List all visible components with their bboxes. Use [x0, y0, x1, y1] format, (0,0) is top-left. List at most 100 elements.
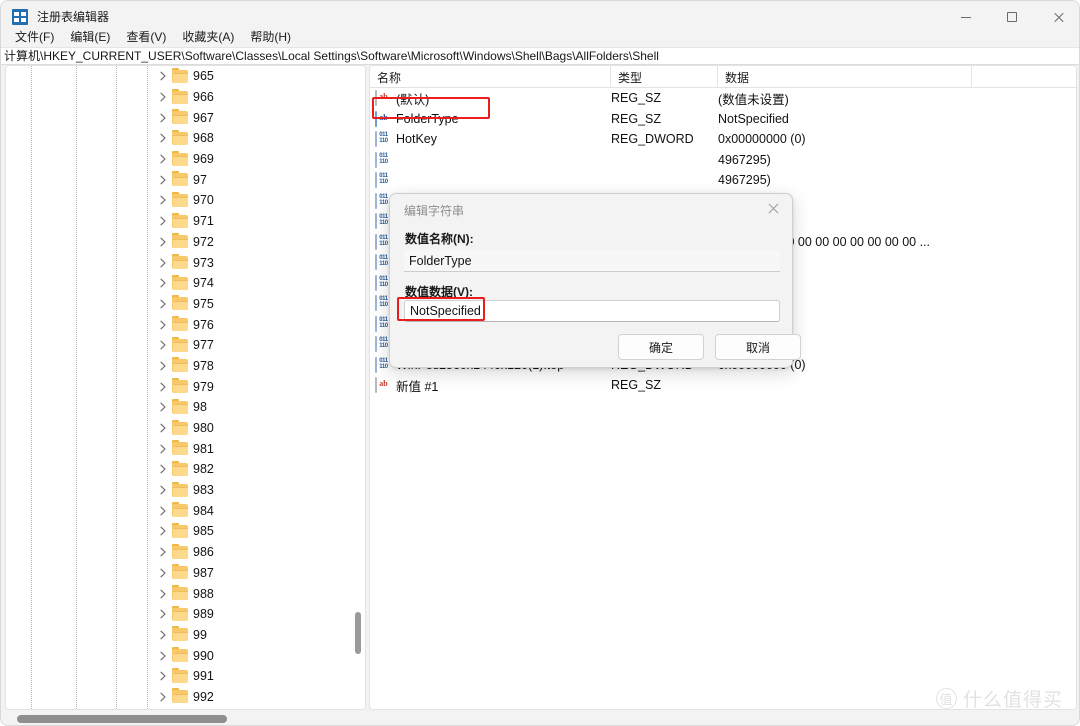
chevron-right-icon[interactable]	[156, 359, 170, 373]
registry-values-pane: 名称 类型 数据 (默认) REG_SZ (数值未设置) FolderType REG_…	[369, 65, 1077, 710]
chevron-right-icon[interactable]	[156, 214, 170, 228]
chevron-right-icon[interactable]	[156, 69, 170, 83]
tree-item-991[interactable]: 991	[6, 666, 365, 687]
menu-favorites[interactable]: 收藏夹(A)	[174, 28, 242, 47]
chevron-right-icon[interactable]	[156, 462, 170, 476]
menu-view[interactable]: 查看(V)	[118, 28, 174, 47]
chevron-right-icon[interactable]	[156, 649, 170, 663]
chevron-right-icon[interactable]	[156, 256, 170, 270]
tree-item-98[interactable]: 98	[6, 397, 365, 418]
tree-item-966[interactable]: 966	[6, 87, 365, 108]
tree-item-label: 971	[193, 214, 214, 229]
chevron-right-icon[interactable]	[156, 90, 170, 104]
chevron-right-icon[interactable]	[156, 193, 170, 207]
tree-item-967[interactable]: 967	[6, 107, 365, 128]
chevron-right-icon[interactable]	[156, 524, 170, 538]
tree-item-975[interactable]: 975	[6, 294, 365, 315]
address-bar[interactable]: 计算机\HKEY_CURRENT_USER\Software\Classes\L…	[1, 47, 1079, 65]
tree-item-981[interactable]: 981	[6, 438, 365, 459]
tree-item-972[interactable]: 972	[6, 232, 365, 253]
cell-data: NotSpecified	[718, 111, 789, 126]
registry-tree[interactable]: 965 966 967 968 969 97 970 971 972 973 974 975 976 97…	[6, 66, 365, 709]
chevron-right-icon[interactable]	[156, 442, 170, 456]
dialog-close-button[interactable]	[758, 197, 788, 219]
table-row[interactable]: HotKey REG_DWORD 0x00000000 (0)	[370, 129, 1076, 150]
tree-item-980[interactable]: 980	[6, 418, 365, 439]
tree-item-990[interactable]: 990	[6, 645, 365, 666]
chevron-right-icon[interactable]	[156, 400, 170, 414]
tree-item-987[interactable]: 987	[6, 563, 365, 584]
table-row[interactable]: FolderType REG_SZ NotSpecified	[370, 109, 1076, 130]
chevron-right-icon[interactable]	[156, 131, 170, 145]
chevron-right-icon[interactable]	[156, 235, 170, 249]
tree-item-968[interactable]: 968	[6, 128, 365, 149]
tree-vertical-scrollbar[interactable]	[352, 67, 364, 709]
tree-item-label: 968	[193, 131, 214, 146]
ok-button[interactable]: 确定	[618, 334, 704, 360]
column-name[interactable]: 名称	[370, 66, 611, 88]
tree-horizontal-scroll-thumb[interactable]	[17, 715, 227, 723]
tree-item-989[interactable]: 989	[6, 604, 365, 625]
watermark: 值 什么值得买	[935, 685, 1063, 712]
tree-item-label: 976	[193, 317, 214, 332]
tree-item-978[interactable]: 978	[6, 356, 365, 377]
tree-horizontal-scrollbar[interactable]	[14, 715, 1054, 723]
tree-item-label: 981	[193, 441, 214, 456]
chevron-right-icon[interactable]	[156, 111, 170, 125]
chevron-right-icon[interactable]	[156, 297, 170, 311]
chevron-right-icon[interactable]	[156, 628, 170, 642]
column-type[interactable]: 类型	[611, 66, 718, 88]
cancel-button[interactable]: 取消	[715, 334, 801, 360]
tree-item-969[interactable]: 969	[6, 149, 365, 170]
chevron-right-icon[interactable]	[156, 690, 170, 704]
chevron-right-icon[interactable]	[156, 587, 170, 601]
menu-help[interactable]: 帮助(H)	[242, 28, 299, 47]
chevron-right-icon[interactable]	[156, 173, 170, 187]
tree-item-label: 969	[193, 152, 214, 167]
tree-item-974[interactable]: 974	[6, 273, 365, 294]
value-name-input[interactable]	[404, 250, 780, 272]
tree-item-984[interactable]: 984	[6, 500, 365, 521]
chevron-right-icon[interactable]	[156, 607, 170, 621]
chevron-right-icon[interactable]	[156, 545, 170, 559]
tree-item-992[interactable]: 992	[6, 687, 365, 708]
registry-editor-icon	[12, 9, 28, 25]
chevron-right-icon[interactable]	[156, 276, 170, 290]
column-data[interactable]: 数据	[718, 66, 972, 88]
tree-item-965[interactable]: 965	[6, 66, 365, 87]
tree-item-99[interactable]: 99	[6, 625, 365, 646]
tree-item-977[interactable]: 977	[6, 335, 365, 356]
tree-item-982[interactable]: 982	[6, 459, 365, 480]
tree-scroll-thumb[interactable]	[355, 612, 361, 654]
table-row[interactable]: 新值 #1 REG_SZ	[370, 375, 1076, 396]
tree-item-983[interactable]: 983	[6, 480, 365, 501]
chevron-right-icon[interactable]	[156, 421, 170, 435]
chevron-right-icon[interactable]	[156, 566, 170, 580]
tree-item-label: 99	[193, 627, 207, 642]
chevron-right-icon[interactable]	[156, 669, 170, 683]
tree-item-971[interactable]: 971	[6, 211, 365, 232]
tree-item-985[interactable]: 985	[6, 521, 365, 542]
tree-item-986[interactable]: 986	[6, 542, 365, 563]
folder-icon	[172, 378, 188, 394]
tree-item-973[interactable]: 973	[6, 252, 365, 273]
cell-data: 4967295)	[718, 173, 771, 188]
tree-item-988[interactable]: 988	[6, 583, 365, 604]
chevron-right-icon[interactable]	[156, 483, 170, 497]
chevron-right-icon[interactable]	[156, 504, 170, 518]
table-row[interactable]: 4967295)	[370, 150, 1076, 171]
menu-file[interactable]: 文件(F)	[7, 28, 62, 47]
tree-item-97[interactable]: 97	[6, 169, 365, 190]
tree-item-970[interactable]: 970	[6, 190, 365, 211]
chevron-right-icon[interactable]	[156, 318, 170, 332]
table-row[interactable]: (默认) REG_SZ (数值未设置)	[370, 88, 1076, 109]
chevron-right-icon[interactable]	[156, 152, 170, 166]
tree-item-993[interactable]: 993	[6, 707, 365, 709]
menu-edit[interactable]: 编辑(E)	[62, 28, 118, 47]
table-row[interactable]: 4967295)	[370, 170, 1076, 191]
value-data-input[interactable]	[404, 300, 780, 322]
chevron-right-icon[interactable]	[156, 380, 170, 394]
tree-item-979[interactable]: 979	[6, 376, 365, 397]
tree-item-976[interactable]: 976	[6, 314, 365, 335]
chevron-right-icon[interactable]	[156, 338, 170, 352]
